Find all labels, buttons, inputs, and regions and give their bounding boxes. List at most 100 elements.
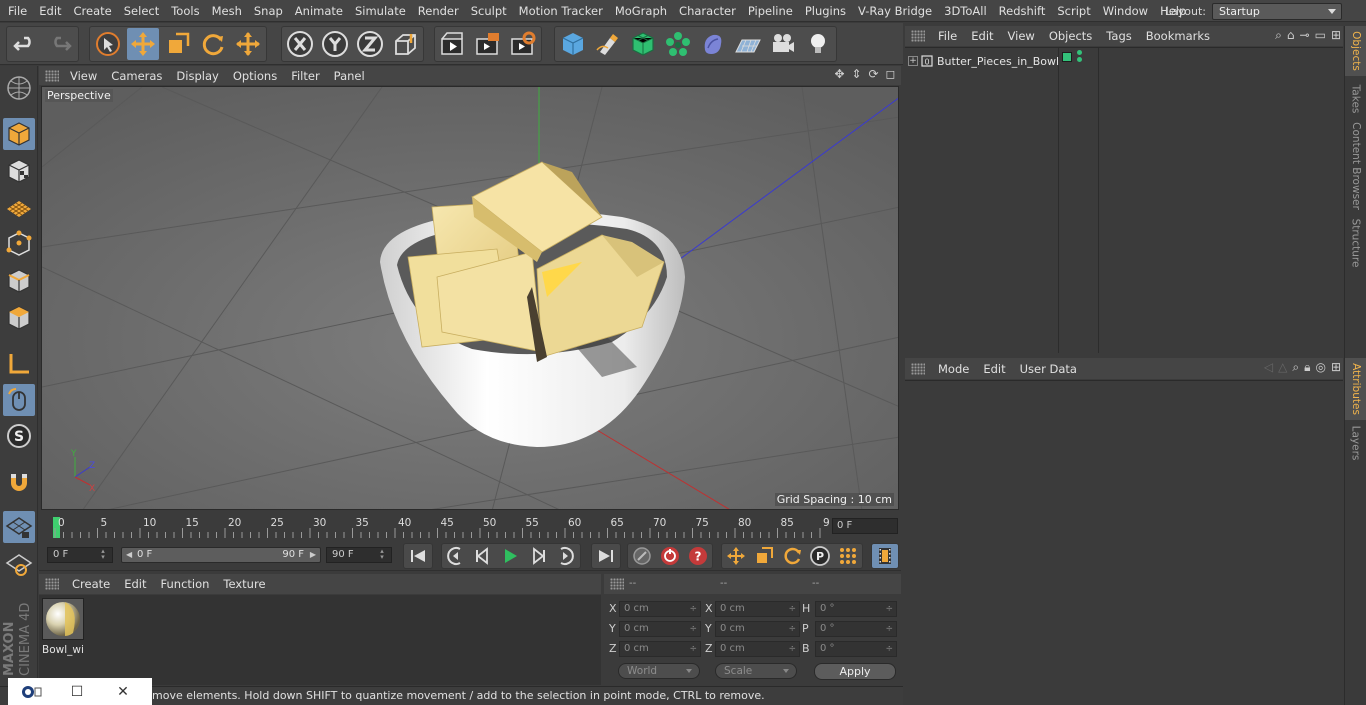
menu-edit[interactable]: Edit [33, 0, 67, 22]
subdivision-icon[interactable] [627, 28, 659, 60]
current-frame-field[interactable]: 0 F [832, 518, 898, 534]
deformer-icon[interactable] [697, 28, 729, 60]
attributes-menu-mode[interactable]: Mode [931, 362, 976, 376]
x-axis-icon[interactable] [284, 28, 316, 60]
camera-icon[interactable] [767, 28, 799, 60]
search-icon[interactable]: ⌕ [1275, 28, 1282, 43]
cube-icon[interactable] [557, 28, 589, 60]
new-panel-icon[interactable]: ⊞ [1331, 28, 1341, 43]
viewport-menu-cameras[interactable]: Cameras [104, 69, 169, 83]
menu-simulate[interactable]: Simulate [349, 0, 412, 22]
panel-grip[interactable] [610, 578, 624, 590]
target-icon[interactable]: ◎ [1315, 360, 1325, 375]
attributes-menu-user-data[interactable]: User Data [1013, 362, 1084, 376]
coordinate-mode-dropdown[interactable]: Scale [715, 663, 797, 679]
scale-icon[interactable] [162, 28, 194, 60]
range-left-arrow-icon[interactable]: ◀ [126, 548, 132, 562]
timeline-ruler[interactable]: 0 5 10 15 20 25 30 35 40 45 50 55 60 65 70 75 80 85 90 0 F [39, 512, 901, 540]
previous-key-icon[interactable] [443, 544, 467, 568]
frame-ruler[interactable]: 0 5 10 15 20 25 30 35 40 45 50 55 60 65 70 75 80 85 90 [50, 514, 830, 538]
tab-layers[interactable]: Layers [1345, 422, 1366, 464]
redo-icon[interactable] [44, 28, 76, 60]
key-scale-icon[interactable] [752, 544, 776, 568]
position-y-field[interactable]: 0 cm [619, 621, 701, 637]
move-icon[interactable] [127, 28, 159, 60]
key-parameter-icon[interactable]: P [808, 544, 832, 568]
menu-motion-tracker[interactable]: Motion Tracker [513, 0, 609, 22]
perspective-viewport[interactable]: Y Z X Perspective Grid Spacing : 10 cm [41, 86, 899, 510]
visibility-dots[interactable] [1077, 50, 1083, 64]
menu-render[interactable]: Render [412, 0, 465, 22]
cloner-icon[interactable] [662, 28, 694, 60]
navigate-back-icon[interactable]: ⊸ [1300, 28, 1310, 43]
points-mode-icon[interactable] [3, 228, 35, 260]
pan-icon[interactable]: ✥ [833, 68, 846, 81]
edit-render-settings-icon[interactable] [507, 28, 539, 60]
lock-icon[interactable]: 🔒︎ [1304, 360, 1310, 375]
panel-grip[interactable] [911, 362, 925, 375]
objects-menu-tags[interactable]: Tags [1099, 29, 1138, 43]
tab-attributes[interactable]: Attributes [1345, 358, 1366, 420]
expand-toggle-icon[interactable]: + [908, 56, 918, 66]
render-picture-viewer-icon[interactable] [472, 28, 504, 60]
menu-file[interactable]: File [2, 0, 33, 22]
rotation-p-field[interactable]: 0 ° [815, 621, 897, 637]
polygons-mode-icon[interactable] [3, 302, 35, 334]
rotate-icon[interactable] [197, 28, 229, 60]
undo-icon[interactable] [9, 28, 41, 60]
quantize-icon[interactable] [3, 548, 35, 580]
apply-button[interactable]: Apply [814, 663, 896, 680]
record-active-objects-icon[interactable] [630, 544, 654, 568]
attributes-menu-edit[interactable]: Edit [976, 362, 1012, 376]
material-preview[interactable] [42, 598, 84, 640]
next-frame-icon[interactable] [526, 544, 550, 568]
key-pla-icon[interactable] [836, 544, 860, 568]
material-menu-function[interactable]: Function [154, 577, 217, 591]
cinema4d-app-icon[interactable] [8, 678, 54, 705]
position-x-field[interactable]: 0 cm [619, 601, 701, 617]
size-x-field[interactable]: 0 cm [715, 601, 800, 617]
menu-sculpt[interactable]: Sculpt [465, 0, 513, 22]
material-menu-create[interactable]: Create [65, 577, 117, 591]
light-icon[interactable] [802, 28, 834, 60]
menu-window[interactable]: Window [1097, 0, 1154, 22]
edges-mode-icon[interactable] [3, 265, 35, 297]
tweak-mode-icon[interactable] [3, 384, 35, 416]
up-arrow-icon[interactable]: △ [1278, 360, 1287, 375]
layer-color-tag[interactable] [1062, 52, 1072, 62]
home-icon[interactable]: ⌂ [1287, 28, 1295, 43]
dolly-icon[interactable]: ⇕ [850, 68, 863, 81]
size-z-field[interactable]: 0 cm [715, 641, 800, 657]
viewport-menu-filter[interactable]: Filter [284, 69, 326, 83]
back-arrow-icon[interactable]: ◁ [1264, 360, 1273, 375]
axis-mode-icon[interactable] [3, 348, 35, 380]
orbit-icon[interactable]: ⟳ [867, 68, 880, 81]
panel-grip[interactable] [45, 69, 59, 82]
render-view-icon[interactable] [437, 28, 469, 60]
menu-select[interactable]: Select [118, 0, 165, 22]
coordinate-space-dropdown[interactable]: World [618, 663, 700, 679]
snap-magnet-icon[interactable] [3, 466, 35, 498]
panel-grip[interactable] [45, 578, 59, 590]
layout-select[interactable]: Startup [1212, 2, 1342, 20]
go-to-end-icon[interactable] [594, 544, 618, 568]
material-menu-edit[interactable]: Edit [117, 577, 153, 591]
material-item[interactable]: Bowl_wi [42, 598, 86, 656]
menu-animate[interactable]: Animate [289, 0, 349, 22]
key-rotation-icon[interactable] [780, 544, 804, 568]
recent-tool-icon[interactable] [232, 28, 264, 60]
go-to-start-icon[interactable] [406, 544, 430, 568]
play-icon[interactable] [498, 544, 522, 568]
keyframe-selection-icon[interactable]: ? [686, 544, 710, 568]
model-mode-icon[interactable] [3, 118, 35, 150]
tab-content-browser[interactable]: Content Browser [1345, 122, 1366, 210]
objects-menu-view[interactable]: View [1001, 29, 1042, 43]
menu-snap[interactable]: Snap [248, 0, 289, 22]
start-frame-field[interactable]: 0 F [47, 547, 113, 563]
search-icon[interactable]: ⌕ [1292, 360, 1299, 375]
live-selection-icon[interactable] [92, 28, 124, 60]
close-window-icon[interactable]: ✕ [100, 678, 146, 705]
menu-mograph[interactable]: MoGraph [609, 0, 673, 22]
position-z-field[interactable]: 0 cm [619, 641, 701, 657]
objects-menu-objects[interactable]: Objects [1042, 29, 1099, 43]
